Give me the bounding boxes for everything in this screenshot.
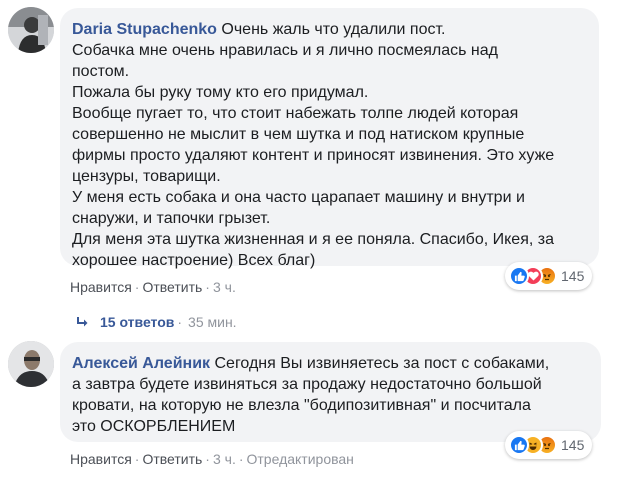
separator: ·	[177, 314, 183, 330]
comment-text-line: постом.	[72, 63, 130, 80]
comment-text-line: кровати, на которую не влезла "бодипозит…	[72, 397, 531, 414]
like-reaction-icon	[509, 266, 529, 286]
comment-bubble: Алексей Алейник Сегодня Вы извиняетесь з…	[60, 342, 601, 442]
comment-author[interactable]: Алексей Алейник	[72, 355, 210, 372]
timestamp[interactable]: 3 ч.	[213, 451, 236, 467]
reactions-count: 145	[561, 268, 585, 284]
comment-bubble: Daria Stupachenko Очень жаль что удалили…	[60, 8, 599, 269]
separator: ·	[238, 451, 244, 467]
comment-text-line: Пожала бы руку тому кто его придумал.	[72, 84, 369, 101]
profile-photo-icon	[8, 7, 54, 53]
comment-actions: Нравится · Ответить · 3 ч.	[70, 279, 236, 295]
separator: ·	[205, 279, 210, 295]
comment-text-line: Собачка мне очень нравилась и я лично по…	[72, 42, 498, 59]
reply-link[interactable]: Ответить	[142, 279, 202, 295]
comment-text-line: снаружи, и тапочки грызет.	[72, 210, 271, 227]
edited-label[interactable]: Отредактирован	[247, 451, 354, 467]
comment-text-line: фирмы просто удаляют контент и приносят …	[72, 147, 555, 164]
comment-author[interactable]: Daria Stupachenko	[72, 21, 217, 38]
like-link[interactable]: Нравится	[70, 279, 132, 295]
reactions-summary[interactable]: 145	[505, 431, 593, 459]
comment-text-line: У меня есть собака и она часто царапает …	[72, 189, 525, 206]
view-replies-link[interactable]: 15 ответов · 35 мин.	[76, 314, 237, 330]
comment-text: Очень жаль что удалили пост.	[221, 21, 446, 38]
comment-text-line: Вообще пугает то, что стоит набежать тол…	[72, 105, 519, 122]
comment-text-line: Для меня эта шутка жизненная и я ее поня…	[72, 231, 554, 248]
timestamp[interactable]: 3 ч.	[213, 279, 236, 295]
replies-count[interactable]: 15 ответов	[100, 314, 174, 330]
reply-arrow-icon	[77, 317, 88, 327]
comment-text-line: цензуры, товарищи.	[72, 168, 221, 185]
separator: ·	[134, 451, 140, 467]
reply-link[interactable]: Ответить	[142, 451, 202, 467]
separator: ·	[205, 451, 210, 467]
comment-text-line: совершенно не мыслит в чем шутка и под н…	[72, 126, 525, 143]
like-link[interactable]: Нравится	[70, 451, 132, 467]
comment-text-line: а завтра будете извиняться за продажу не…	[72, 376, 542, 393]
replies-time: 35 мин.	[188, 314, 237, 330]
comment-actions: Нравится · Ответить · 3 ч. · Отредактирован	[70, 451, 354, 467]
like-reaction-icon	[509, 435, 529, 455]
reactions-count: 145	[561, 437, 585, 453]
avatar[interactable]	[8, 341, 54, 387]
avatar[interactable]	[8, 7, 54, 53]
profile-photo-icon	[8, 341, 54, 387]
separator: ·	[134, 279, 140, 295]
comment-text: Сегодня Вы извиняетесь за пост с собакам…	[214, 355, 550, 372]
reactions-summary[interactable]: 145	[505, 262, 593, 290]
